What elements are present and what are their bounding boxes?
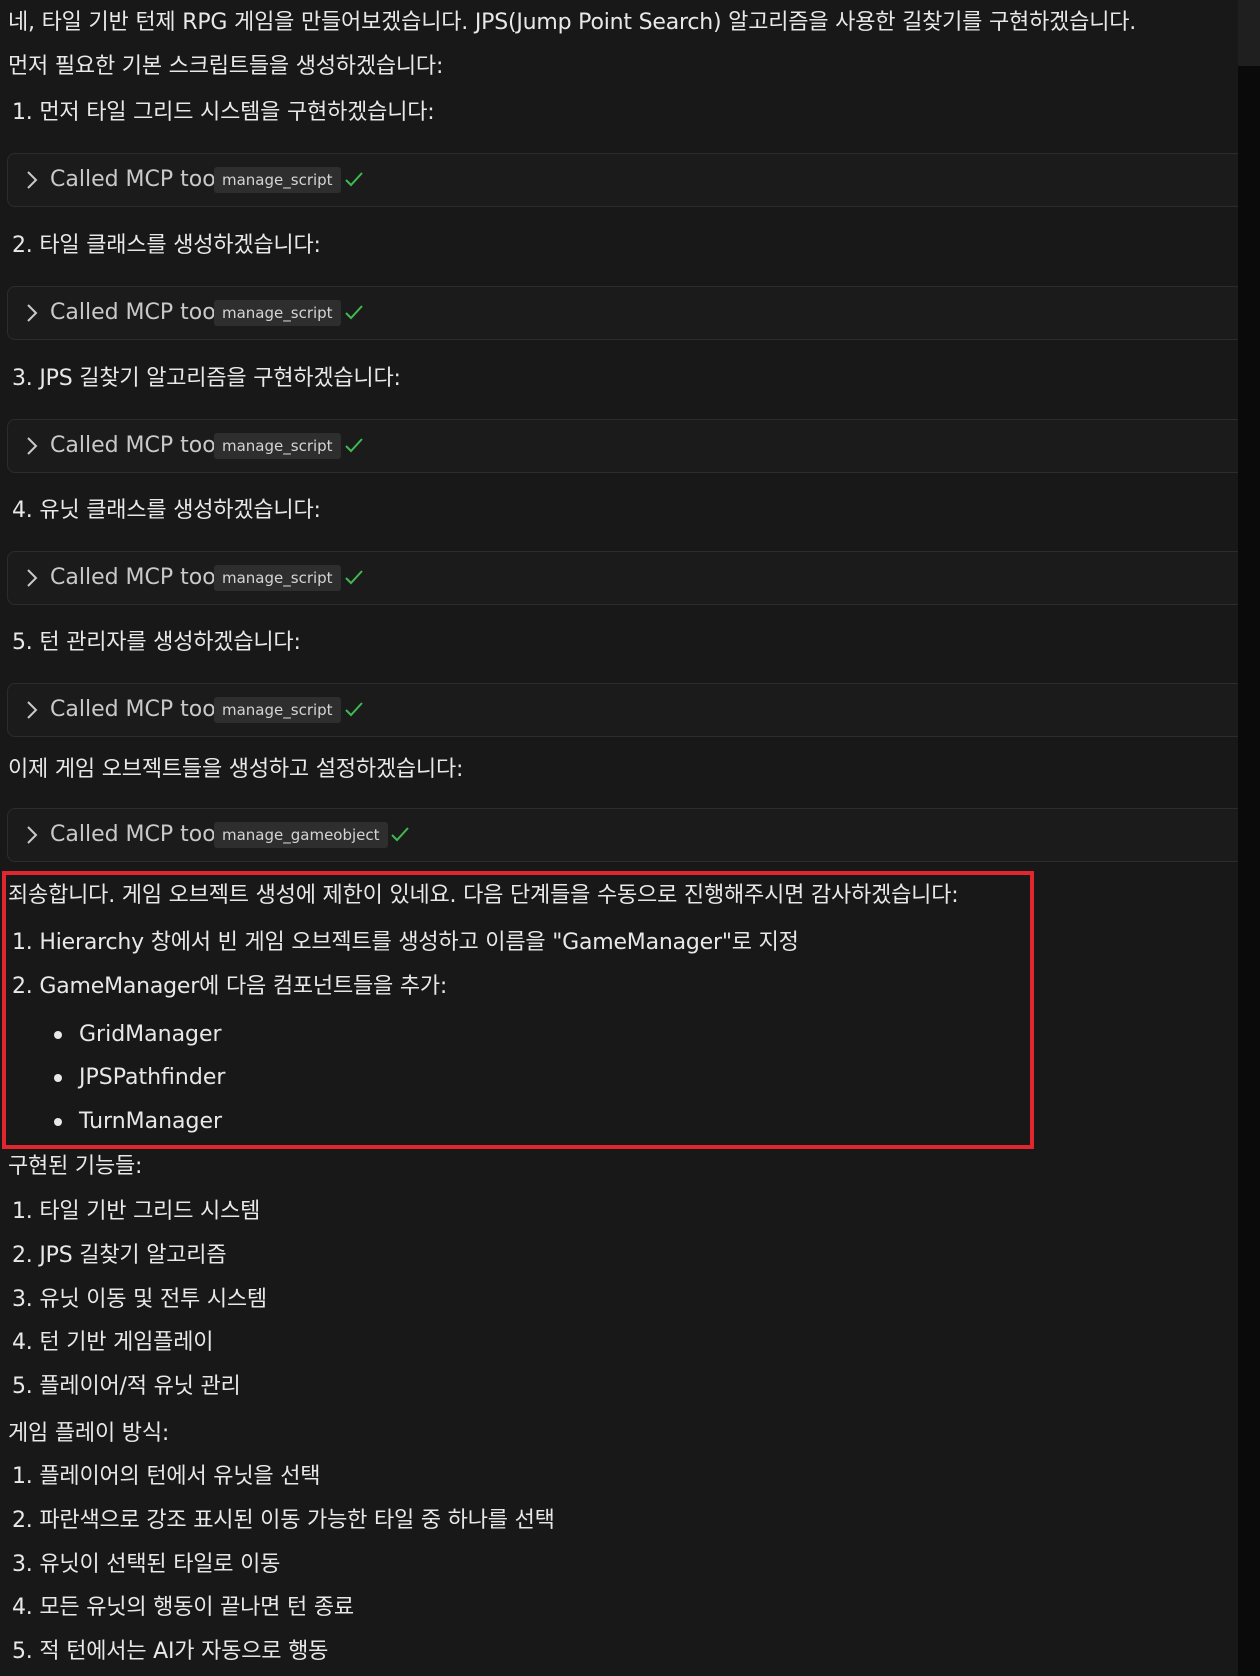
- gameplay-item: 3. 유닛이 선택된 타일로 이동: [12, 1552, 281, 1577]
- step-3-text: 3. JPS 길찾기 알고리즘을 구현하겠습니다:: [12, 366, 401, 391]
- intro-line-2: 먼저 필요한 기본 스크립트들을 생성하겠습니다:: [8, 54, 444, 79]
- tool-name-chip: manage_script: [214, 565, 341, 591]
- tool-call-1[interactable]: Called MCP tool manage_script: [7, 153, 1238, 207]
- step-2-text: 2. 타일 클래스를 생성하겠습니다:: [12, 233, 321, 258]
- tool-name-chip: manage_script: [214, 697, 341, 723]
- tool-call-label: Called MCP tool: [50, 822, 222, 847]
- gameplay-title: 게임 플레이 방식:: [8, 1421, 170, 1446]
- chat-panel: 네, 타일 기반 턴제 RPG 게임을 만들어보겠습니다. JPS(Jump P…: [0, 0, 1238, 1676]
- bullet-icon: [54, 1031, 62, 1039]
- feature-item: 3. 유닛 이동 및 전투 시스템: [12, 1287, 267, 1312]
- check-icon: [391, 827, 409, 842]
- chevron-right-icon: [27, 171, 38, 189]
- tool-call-6[interactable]: Called MCP tool manage_gameobject: [7, 808, 1238, 862]
- check-icon: [345, 305, 363, 320]
- chevron-right-icon: [27, 304, 38, 322]
- component-name: GridManager: [79, 1022, 222, 1047]
- tool-name-chip: manage_script: [214, 167, 341, 193]
- component-name: JPSPathfinder: [79, 1065, 226, 1090]
- component-name: TurnManager: [79, 1109, 223, 1134]
- check-icon: [345, 570, 363, 585]
- tool-call-label: Called MCP tool: [50, 167, 222, 192]
- chevron-right-icon: [27, 569, 38, 587]
- tool-name-chip: manage_gameobject: [214, 822, 388, 848]
- features-title: 구현된 기능들:: [8, 1154, 143, 1179]
- tool-call-label: Called MCP tool: [50, 300, 222, 325]
- tool-call-label: Called MCP tool: [50, 565, 222, 590]
- chevron-right-icon: [27, 826, 38, 844]
- tool-call-label: Called MCP tool: [50, 697, 222, 722]
- gameplay-item: 4. 모든 유닛의 행동이 끝나면 턴 종료: [12, 1595, 354, 1620]
- tool-call-label: Called MCP tool: [50, 433, 222, 458]
- chevron-right-icon: [27, 701, 38, 719]
- scrollbar-thumb[interactable]: [1238, 0, 1260, 66]
- notice-title: 죄송합니다. 게임 오브젝트 생성에 제한이 있네요. 다음 단계들을 수동으로…: [8, 883, 959, 908]
- notice-item-1: 1. Hierarchy 창에서 빈 게임 오브젝트를 생성하고 이름을 "Ga…: [12, 930, 799, 955]
- notice-item-2: 2. GameManager에 다음 컴포넌트들을 추가:: [12, 974, 448, 999]
- step-5-text: 5. 턴 관리자를 생성하겠습니다:: [12, 630, 301, 655]
- step-4-text: 4. 유닛 클래스를 생성하겠습니다:: [12, 498, 321, 523]
- feature-item: 5. 플레이어/적 유닛 관리: [12, 1374, 241, 1399]
- gameplay-item: 5. 적 턴에서는 AI가 자동으로 행동: [12, 1639, 329, 1664]
- check-icon: [345, 438, 363, 453]
- tool-name-chip: manage_script: [214, 433, 341, 459]
- intro-line-1: 네, 타일 기반 턴제 RPG 게임을 만들어보겠습니다. JPS(Jump P…: [8, 10, 1137, 35]
- chevron-right-icon: [27, 437, 38, 455]
- bullet-icon: [54, 1074, 62, 1082]
- feature-item: 4. 턴 기반 게임플레이: [12, 1330, 214, 1355]
- tool-call-5[interactable]: Called MCP tool manage_script: [7, 683, 1238, 737]
- feature-item: 1. 타일 기반 그리드 시스템: [12, 1199, 261, 1224]
- gameplay-item: 1. 플레이어의 턴에서 유닛을 선택: [12, 1464, 321, 1489]
- tool-call-3[interactable]: Called MCP tool manage_script: [7, 419, 1238, 473]
- tool-name-chip: manage_script: [214, 300, 341, 326]
- step-1-text: 1. 먼저 타일 그리드 시스템을 구현하겠습니다:: [12, 100, 435, 125]
- bullet-icon: [54, 1118, 62, 1126]
- check-icon: [345, 172, 363, 187]
- gameplay-item: 2. 파란색으로 강조 표시된 이동 가능한 타일 중 하나를 선택: [12, 1508, 555, 1533]
- scrollbar-track[interactable]: [1238, 0, 1260, 1676]
- tool-call-4[interactable]: Called MCP tool manage_script: [7, 551, 1238, 605]
- tool-call-2[interactable]: Called MCP tool manage_script: [7, 286, 1238, 340]
- check-icon: [345, 702, 363, 717]
- gameobject-intro: 이제 게임 오브젝트들을 생성하고 설정하겠습니다:: [8, 757, 464, 782]
- feature-item: 2. JPS 길찾기 알고리즘: [12, 1243, 227, 1268]
